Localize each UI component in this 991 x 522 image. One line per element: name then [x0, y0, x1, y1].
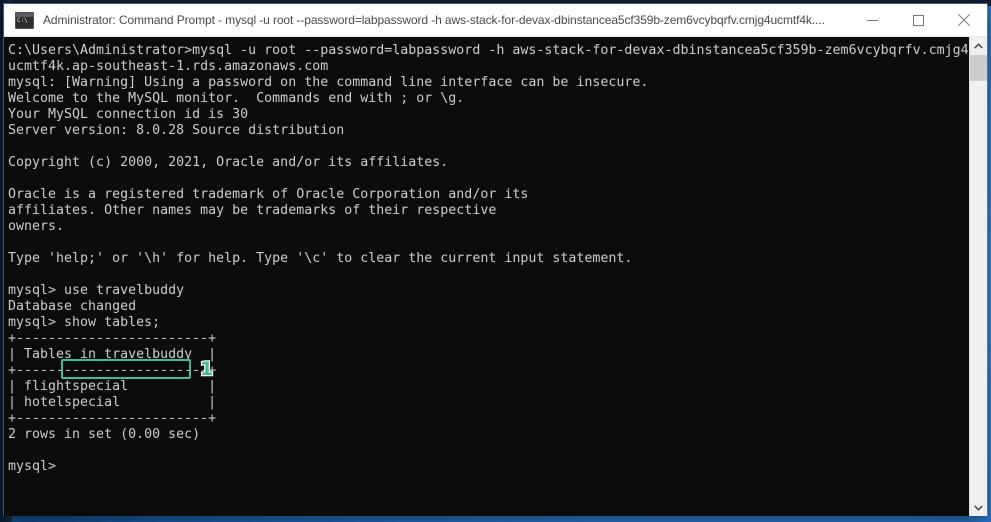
terminal-text: C:\Users\Administrator>mysql -u root --p…: [8, 43, 969, 474]
scroll-up-button[interactable]: [970, 37, 987, 54]
chevron-up-icon: [974, 42, 983, 48]
vertical-scrollbar[interactable]: [969, 37, 987, 516]
window-controls: [849, 4, 987, 36]
window-title: Administrator: Command Prompt - mysql -u…: [43, 13, 825, 27]
scrollbar-thumb[interactable]: [970, 55, 987, 81]
icon-prompt-text: C:\: [17, 16, 28, 24]
terminal-output-region[interactable]: C:\Users\Administrator>mysql -u root --p…: [4, 37, 969, 516]
scroll-down-button[interactable]: [970, 499, 987, 516]
minimize-icon: [866, 19, 878, 21]
maximize-icon: [912, 14, 924, 26]
command-prompt-window: ··· C:\ Administrator: Command Prompt - …: [4, 4, 987, 516]
chevron-down-icon: [974, 505, 983, 511]
console-area: C:\Users\Administrator>mysql -u root --p…: [4, 37, 987, 516]
close-icon: [958, 14, 970, 26]
annotation-badge-number: 1: [199, 358, 215, 381]
close-button[interactable]: [941, 4, 987, 36]
command-prompt-icon: ··· C:\: [15, 11, 34, 29]
maximize-button[interactable]: [895, 4, 941, 36]
minimize-button[interactable]: [849, 4, 895, 36]
annotation-badge-1: 1: [199, 358, 215, 381]
window-titlebar[interactable]: ··· C:\ Administrator: Command Prompt - …: [4, 4, 987, 37]
